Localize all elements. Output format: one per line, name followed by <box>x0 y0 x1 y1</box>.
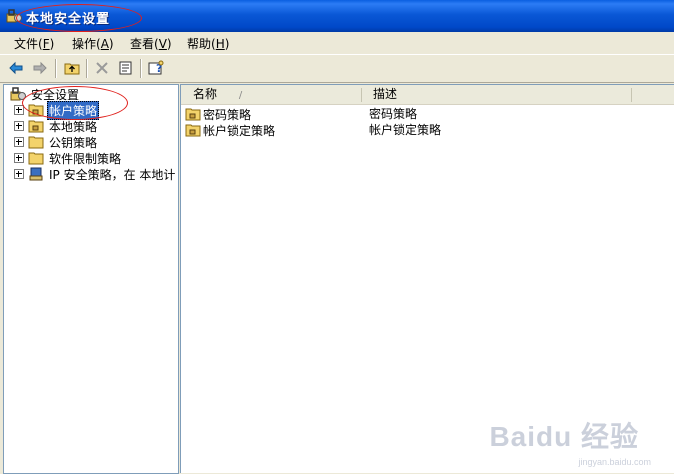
folder-lock-icon <box>28 104 44 117</box>
help-icon: ? <box>148 60 164 75</box>
tree-item-public-key-policies[interactable]: 公钥策略 <box>14 134 99 150</box>
list-item[interactable]: 帐户锁定策略 <box>185 122 275 138</box>
security-settings-icon <box>10 87 26 101</box>
list-pane[interactable]: 名称 / 描述 密码策略 密码策略 帐户锁定策略 帐户锁定策略 Baidu 经验… <box>180 84 674 473</box>
properties-button[interactable] <box>116 58 136 78</box>
folder-icon <box>28 152 44 165</box>
expand-icon[interactable] <box>14 169 24 179</box>
folder-lock-icon <box>185 108 201 121</box>
ip-security-icon <box>29 167 43 181</box>
list-item-name: 帐户锁定策略 <box>203 123 276 138</box>
tree-item-label: IP 安全策略，在 本地计 <box>49 167 176 182</box>
list-item-name: 密码策略 <box>203 107 252 122</box>
tree-item-software-restriction[interactable]: 软件限制策略 <box>14 150 123 166</box>
list-item[interactable]: 密码策略 <box>185 106 251 122</box>
column-separator[interactable] <box>631 88 632 102</box>
folder-lock-icon <box>185 124 201 137</box>
menu-bar: 文件(F) 操作(A) 查看(V) 帮助(H) <box>0 32 674 55</box>
title-bar[interactable]: 本地安全设置 <box>0 0 674 32</box>
security-settings-icon <box>6 9 22 23</box>
properties-icon <box>119 61 132 75</box>
up-folder-icon <box>64 63 80 75</box>
help-button[interactable]: ? <box>146 58 166 78</box>
delete-icon <box>96 62 108 74</box>
expand-icon[interactable] <box>14 121 24 131</box>
toolbar: ? <box>0 55 674 83</box>
back-button[interactable] <box>6 58 26 78</box>
up-one-level-button[interactable] <box>62 58 82 78</box>
expand-icon[interactable] <box>14 137 24 147</box>
folder-lock-icon <box>28 120 44 133</box>
toolbar-separator <box>140 59 141 78</box>
folder-icon <box>28 136 44 149</box>
toolbar-separator <box>55 59 56 78</box>
watermark-url: jingyan.baidu.com <box>578 457 651 467</box>
toolbar-separator <box>86 59 87 78</box>
tree-item-account-policies[interactable]: 帐户策略 <box>14 100 100 120</box>
column-header-name[interactable]: 名称 / <box>181 85 363 104</box>
menu-help[interactable]: 帮助(H) <box>187 35 229 52</box>
tree-item-local-policies[interactable]: 本地策略 <box>14 118 99 134</box>
tree-pane[interactable]: 安全设置 帐户策略 本地策略 公钥策略 软件限制策略 IP 安全策略，在 本地计 <box>3 84 179 474</box>
forward-button[interactable] <box>30 58 50 78</box>
tree-item-label: 公钥策略 <box>49 135 98 150</box>
list-item-description: 帐户锁定策略 <box>369 123 442 137</box>
tree-item-label: 本地策略 <box>49 119 98 134</box>
list-item-description: 密码策略 <box>369 107 418 121</box>
tree-item-ip-security[interactable]: IP 安全策略，在 本地计 <box>14 166 177 182</box>
delete-button[interactable] <box>92 58 112 78</box>
forward-arrow-icon <box>33 61 47 75</box>
menu-action[interactable]: 操作(A) <box>72 35 114 52</box>
tree-item-label: 软件限制策略 <box>49 151 122 166</box>
menu-view[interactable]: 查看(V) <box>130 35 172 52</box>
sort-indicator-icon: / <box>238 90 243 101</box>
back-arrow-icon <box>9 61 23 75</box>
column-header-description[interactable]: 描述 <box>361 85 633 104</box>
window-title: 本地安全设置 <box>26 12 111 27</box>
expand-icon[interactable] <box>14 105 24 115</box>
expand-icon[interactable] <box>14 153 24 163</box>
list-header: 名称 / 描述 <box>181 85 674 105</box>
menu-file[interactable]: 文件(F) <box>14 35 54 52</box>
watermark-logo: Baidu 经验 <box>489 421 639 452</box>
